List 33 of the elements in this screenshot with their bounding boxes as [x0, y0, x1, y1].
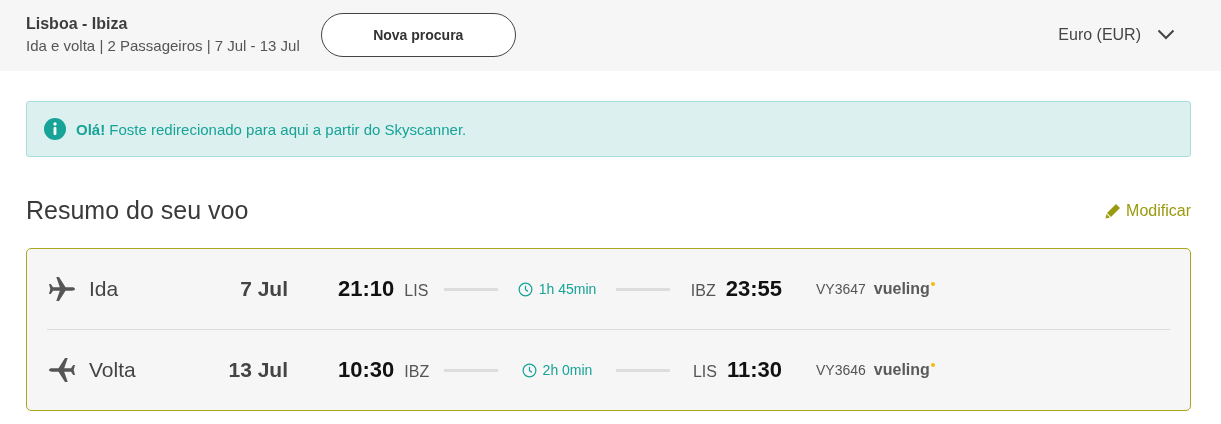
chevron-down-icon[interactable] [1157, 29, 1175, 40]
flight-duration: 2h 0min [542, 362, 593, 378]
airport-code: LIS [404, 282, 429, 300]
departure-time: 21:10 [338, 276, 395, 302]
flight-number: VY3647 [816, 281, 866, 297]
section-title: Resumo do seu voo [26, 195, 249, 225]
airline-logo: vueling [873, 361, 930, 379]
pencil-icon [1105, 203, 1122, 219]
airplane-icon [48, 356, 76, 384]
direction-label: Volta [89, 358, 136, 381]
route-title: Lisboa - Ibiza [26, 14, 129, 33]
logo-dot-icon [930, 363, 935, 367]
departure-time: 10:30 [338, 357, 395, 383]
info-icon [44, 118, 66, 140]
flight-date: 7 Jul [240, 277, 288, 300]
logo-dot-icon [930, 282, 935, 286]
clock-icon [521, 362, 537, 378]
direction-label: Ida [89, 277, 119, 300]
flight-date: 13 Jul [228, 358, 288, 381]
flight-number: VY3646 [816, 362, 866, 378]
airport-code: IBZ [690, 282, 716, 300]
new-search-button[interactable]: Nova procura [320, 13, 516, 57]
airport-code: LIS [692, 363, 717, 381]
airport-code: IBZ [404, 363, 430, 381]
alert-message: Olá! Foste redirecionado para aqui a partir do Skyscanner. [76, 120, 467, 138]
trip-details: Ida e volta | 2 Passageiros | 7 Jul - 13 Jul [26, 36, 300, 54]
currency-selector[interactable]: Euro (EUR) [1058, 25, 1141, 44]
clock-icon [517, 281, 533, 297]
airplane-icon [48, 275, 76, 303]
arrival-time: 23:55 [725, 276, 782, 302]
arrival-time: 11:30 [726, 357, 782, 383]
flight-duration: 1h 45min [538, 281, 597, 297]
airline-logo: vueling [873, 280, 930, 298]
